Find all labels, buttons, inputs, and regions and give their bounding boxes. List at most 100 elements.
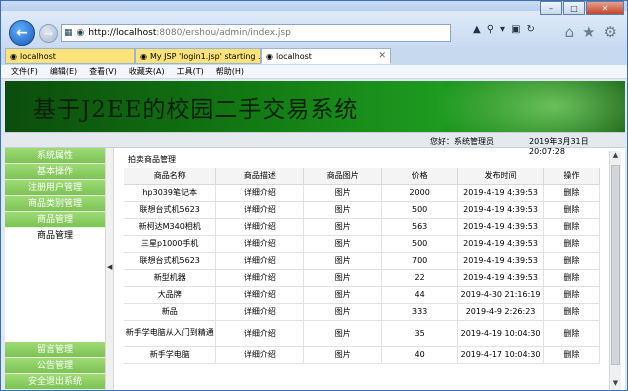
address-bar[interactable]: ▦ ◉ http://localhost:8080/ershou/admin/i… xyxy=(61,24,451,42)
image-link[interactable]: 图片 xyxy=(303,218,383,236)
delete-link[interactable]: 删除 xyxy=(543,184,600,202)
delete-link[interactable]: 删除 xyxy=(543,201,600,219)
cell-publish-time: 2019-4-30 21:16:19 xyxy=(457,286,545,304)
page-scrollbar[interactable]: ▲ ▼ xyxy=(609,151,621,390)
delete-link[interactable]: 删除 xyxy=(543,269,600,287)
site-title: 基于J2EE的校园二手交易系统 xyxy=(33,97,359,123)
cell-publish-time: 2019-4-19 4:39:53 xyxy=(457,252,545,270)
image-link[interactable]: 图片 xyxy=(303,269,383,287)
table-row: 三星p1000手机 详细介绍 图片 500 2019-4-19 4:39:53 删除 xyxy=(124,235,600,253)
menu-favorites[interactable]: 收藏夹(A) xyxy=(129,66,165,77)
url-path: :8080/ershou/admin/index.jsp xyxy=(156,28,291,38)
cell-price: 700 xyxy=(381,252,459,270)
sidebar-item-basic-operations[interactable]: 基本操作 xyxy=(5,164,105,180)
image-link[interactable]: 图片 xyxy=(303,320,383,347)
table-row: 联想台式机5623 详细介绍 图片 700 2019-4-19 4:39:53 删除 xyxy=(124,252,600,270)
image-link[interactable]: 图片 xyxy=(303,303,383,321)
home-icon[interactable]: ⌂ xyxy=(565,23,575,41)
cell-product-name: 新型机器 xyxy=(124,269,217,287)
delete-link[interactable]: 删除 xyxy=(543,303,600,321)
cell-price: 35 xyxy=(381,320,459,347)
cell-product-name: 联想台式机5623 xyxy=(124,201,217,219)
window-controls: – □ ✕ xyxy=(540,1,624,15)
scroll-up-arrow-icon[interactable]: ▲ xyxy=(610,151,621,162)
sidebar-item-announcements[interactable]: 公告管理 xyxy=(5,358,105,374)
delete-link[interactable]: 删除 xyxy=(543,346,600,364)
delete-link[interactable]: 删除 xyxy=(543,320,600,347)
delete-link[interactable]: 删除 xyxy=(543,252,600,270)
cell-publish-time: 2019-4-19 4:39:53 xyxy=(457,184,545,202)
tab-label: localhost xyxy=(19,51,56,61)
sidebar-item-category-management[interactable]: 商品类别管理 xyxy=(5,196,105,212)
sidebar-subitem-product-management[interactable]: 商品管理 xyxy=(5,228,105,244)
maximize-button[interactable]: □ xyxy=(563,1,585,15)
image-link[interactable]: 图片 xyxy=(303,346,383,364)
scroll-down-arrow-icon[interactable]: ▼ xyxy=(610,379,621,390)
menu-tools[interactable]: 工具(T) xyxy=(177,66,204,77)
sidebar-collapse-handle[interactable]: ◀ xyxy=(105,148,114,390)
url-host: http://localhost xyxy=(88,28,157,38)
section-title: 拍卖商品管理 xyxy=(128,155,176,164)
menu-bar: 文件(F) 编辑(E) 查看(V) 收藏夹(A) 工具(T) 帮助(H) xyxy=(1,65,627,79)
sidebar-item-messages[interactable]: 留言管理 xyxy=(5,342,105,358)
back-button[interactable]: ← xyxy=(9,20,35,46)
delete-link[interactable]: 删除 xyxy=(543,218,600,236)
delete-link[interactable]: 删除 xyxy=(543,286,600,304)
browser-window: – □ ✕ ← → ▦ ◉ http://localhost:8080/ersh… xyxy=(0,0,628,391)
tab-localhost-active[interactable]: ◉ localhost ✕ xyxy=(261,48,391,64)
tab-label: My JSP 'login1.jsp' starting ... xyxy=(149,51,261,61)
details-link[interactable]: 详细介绍 xyxy=(215,184,305,202)
menu-file[interactable]: 文件(F) xyxy=(11,66,38,77)
image-link[interactable]: 图片 xyxy=(303,235,383,253)
details-link[interactable]: 详细介绍 xyxy=(215,346,305,364)
sidebar-item-product-management[interactable]: 商品管理 xyxy=(5,212,105,228)
refresh-icon[interactable]: ↻ xyxy=(527,24,535,35)
details-link[interactable]: 详细介绍 xyxy=(215,252,305,270)
column-header-action: 操作 xyxy=(543,168,600,185)
browser-right-icons: ⌂ ★ ⚙ xyxy=(565,23,617,41)
cell-product-name: 大品牌 xyxy=(124,286,217,304)
details-link[interactable]: 详细介绍 xyxy=(215,235,305,253)
main-panel: 拍卖商品管理 商品名称 商品描述 商品图片 价格 发布时间 操作 hp3039笔… xyxy=(118,151,602,390)
details-link[interactable]: 详细介绍 xyxy=(215,201,305,219)
user-info-bar: 您好：系统管理员 2019年3月31日 20:07:28 xyxy=(5,132,625,156)
table-row: 新柯达M340相机 详细介绍 图片 563 2019-4-19 4:39:53 删除 xyxy=(124,218,600,236)
image-link[interactable]: 图片 xyxy=(303,286,383,304)
cell-price: 333 xyxy=(381,303,459,321)
details-link[interactable]: 详细介绍 xyxy=(215,286,305,304)
menu-help[interactable]: 帮助(H) xyxy=(216,66,244,77)
favorites-star-icon[interactable]: ★ xyxy=(582,23,595,41)
cell-product-name: 新柯达M340相机 xyxy=(124,218,217,236)
delete-link[interactable]: 删除 xyxy=(543,235,600,253)
settings-gear-icon[interactable]: ⚙ xyxy=(604,23,617,41)
tab-favicon-icon: ◉ xyxy=(10,51,17,61)
sidebar-item-logout[interactable]: 安全退出系统 xyxy=(5,374,105,390)
details-link[interactable]: 详细介绍 xyxy=(215,320,305,347)
close-window-button[interactable]: ✕ xyxy=(586,1,624,15)
details-link[interactable]: 详细介绍 xyxy=(215,303,305,321)
scroll-thumb[interactable] xyxy=(611,165,620,365)
compat-view-icon[interactable]: ▲ xyxy=(473,24,481,35)
menu-edit[interactable]: 编辑(E) xyxy=(50,66,77,77)
tab-localhost-1[interactable]: ◉ localhost xyxy=(5,48,135,64)
page-icon: ▦ xyxy=(64,28,73,38)
search-icon[interactable]: ⚲ xyxy=(487,24,494,35)
close-tab-icon[interactable]: ✕ xyxy=(378,51,386,61)
sidebar-item-user-management[interactable]: 注册用户管理 xyxy=(5,180,105,196)
cell-product-name: 联想台式机5623 xyxy=(124,252,217,270)
forward-button[interactable]: → xyxy=(39,24,58,43)
image-link[interactable]: 图片 xyxy=(303,252,383,270)
site-banner: 基于J2EE的校园二手交易系统 xyxy=(5,81,625,132)
table-row: 大品牌 详细介绍 图片 44 2019-4-30 21:16:19 删除 xyxy=(124,286,600,304)
table-row: hp3039笔记本 详细介绍 图片 2000 2019-4-19 4:39:53 删除 xyxy=(124,184,600,202)
image-link[interactable]: 图片 xyxy=(303,201,383,219)
tab-login-jsp[interactable]: ◉ My JSP 'login1.jsp' starting ... xyxy=(135,48,261,64)
dropdown-icon[interactable]: ▾ xyxy=(500,24,505,35)
menu-view[interactable]: 查看(V) xyxy=(89,66,117,77)
cell-publish-time: 2019-4-19 4:39:53 xyxy=(457,269,545,287)
minimize-button[interactable]: – xyxy=(540,1,562,15)
image-link[interactable]: 图片 xyxy=(303,184,383,202)
details-link[interactable]: 详细介绍 xyxy=(215,218,305,236)
sidebar-item-system-properties[interactable]: 系统属性 xyxy=(5,148,105,164)
details-link[interactable]: 详细介绍 xyxy=(215,269,305,287)
